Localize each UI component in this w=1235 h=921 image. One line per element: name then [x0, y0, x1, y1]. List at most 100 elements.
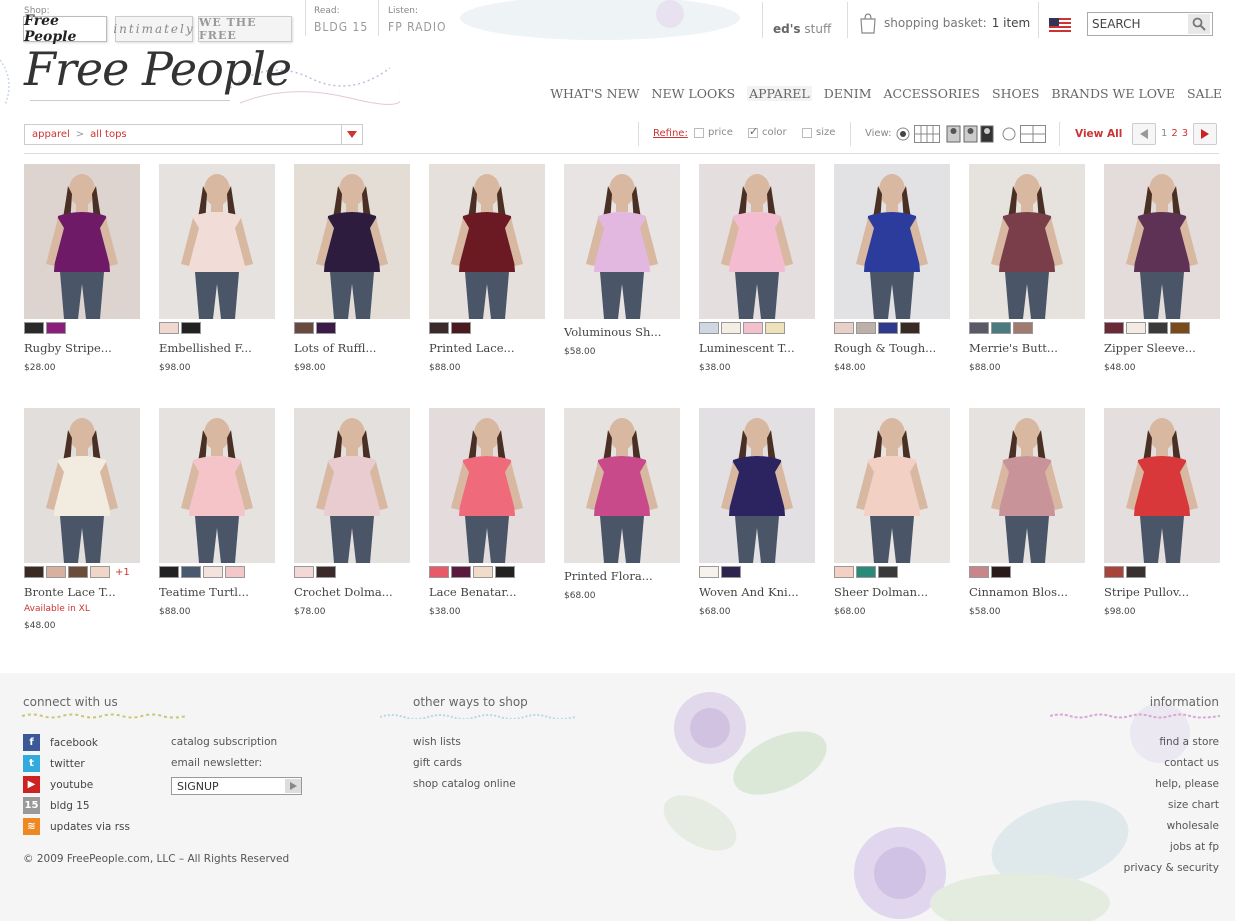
social-link-bldg[interactable]: 15 bldg 15	[23, 797, 90, 814]
product-name[interactable]: Printed Flora...	[564, 569, 682, 583]
nav-shoes[interactable]: SHOES	[992, 86, 1039, 101]
color-swatch[interactable]	[429, 566, 449, 578]
shop-tab-free-people[interactable]: Free People	[23, 13, 107, 45]
product-card[interactable]: Woven And Kni... $68.00	[699, 408, 817, 617]
product-card[interactable]: Zipper Sleeve... $48.00	[1104, 164, 1222, 373]
product-name[interactable]: Bronte Lace T...	[24, 585, 142, 599]
product-card[interactable]: Teatime Turtl... $88.00	[159, 408, 277, 617]
product-card[interactable]: Rugby Stripe... $28.00	[24, 164, 142, 373]
refine-size-option[interactable]: size	[802, 127, 835, 138]
color-swatch[interactable]	[1170, 322, 1190, 334]
color-swatch[interactable]	[699, 322, 719, 334]
product-photo[interactable]	[24, 164, 140, 319]
product-photo[interactable]	[429, 164, 545, 319]
radio-unselected-icon[interactable]	[1002, 127, 1016, 141]
product-photo[interactable]	[564, 408, 680, 563]
color-swatch[interactable]	[203, 566, 223, 578]
refine-price-option[interactable]: price	[694, 127, 733, 138]
product-photo[interactable]	[969, 408, 1085, 563]
product-name[interactable]: Luminescent T...	[699, 341, 817, 355]
shop-tab-intimately[interactable]: intimately	[113, 16, 193, 42]
color-swatch[interactable]	[429, 322, 449, 334]
product-photo[interactable]	[24, 408, 140, 563]
grid-view-large-icon[interactable]	[1020, 125, 1046, 143]
color-swatch[interactable]	[24, 566, 44, 578]
find-a-store-link[interactable]: find a store	[1159, 736, 1219, 748]
nav-denim[interactable]: DENIM	[824, 86, 872, 101]
product-photo[interactable]	[699, 408, 815, 563]
product-name[interactable]: Rough & Tough...	[834, 341, 952, 355]
color-swatch[interactable]	[878, 566, 898, 578]
search-input[interactable]	[1088, 14, 1188, 34]
product-photo[interactable]	[294, 164, 410, 319]
color-swatch[interactable]	[316, 566, 336, 578]
help-please-link[interactable]: help, please	[1155, 778, 1219, 790]
color-swatch[interactable]	[856, 322, 876, 334]
social-link-youtube[interactable]: ▶ youtube	[23, 776, 93, 793]
color-swatch[interactable]	[765, 322, 785, 334]
color-swatch[interactable]	[991, 322, 1011, 334]
page-3[interactable]: 3	[1182, 128, 1188, 139]
color-swatch[interactable]	[991, 566, 1011, 578]
nav-sale[interactable]: SALE	[1187, 86, 1222, 101]
category-breadcrumb-select[interactable]: apparel > all tops	[24, 124, 363, 145]
page-2[interactable]: 2	[1171, 128, 1177, 139]
product-card[interactable]: Rough & Tough... $48.00	[834, 164, 952, 373]
catalog-subscription-link[interactable]: catalog subscription	[171, 736, 277, 748]
jobs-at-fp-link[interactable]: jobs at fp	[1170, 841, 1219, 853]
product-name[interactable]: Stripe Pullov...	[1104, 585, 1222, 599]
product-name[interactable]: Cinnamon Blos...	[969, 585, 1087, 599]
product-card[interactable]: +1 Bronte Lace T... Available in XL $48.00	[24, 408, 142, 631]
color-swatch[interactable]	[969, 566, 989, 578]
color-swatch[interactable]	[225, 566, 245, 578]
product-photo[interactable]	[159, 408, 275, 563]
product-name[interactable]: Lots of Ruffl...	[294, 341, 412, 355]
product-card[interactable]: Sheer Dolman... $68.00	[834, 408, 952, 617]
dropdown-toggle[interactable]	[341, 125, 362, 144]
product-photo[interactable]	[834, 164, 950, 319]
product-photo[interactable]	[834, 408, 950, 563]
product-photo[interactable]	[429, 408, 545, 563]
product-card[interactable]: Luminescent T... $38.00	[699, 164, 817, 373]
breadcrumb-apparel[interactable]: apparel	[32, 129, 70, 140]
nav-whats-new[interactable]: WHAT'S NEW	[550, 86, 639, 101]
color-swatch[interactable]	[316, 322, 336, 334]
product-card[interactable]: Printed Lace... $88.00	[429, 164, 547, 373]
color-swatch[interactable]	[46, 322, 66, 334]
prev-page-button[interactable]	[1132, 123, 1156, 145]
color-swatch[interactable]	[1104, 566, 1124, 578]
color-swatch[interactable]	[856, 566, 876, 578]
grid-view-small-icon[interactable]	[914, 125, 940, 143]
product-photo[interactable]	[969, 164, 1085, 319]
product-photo[interactable]	[294, 408, 410, 563]
product-photo[interactable]	[1104, 408, 1220, 563]
social-link-updates[interactable]: ≋ updates via rss	[23, 818, 130, 835]
contact-us-link[interactable]: contact us	[1164, 757, 1219, 769]
more-colors-count[interactable]: +1	[115, 567, 130, 578]
product-photo[interactable]	[699, 164, 815, 319]
radio-selected-icon[interactable]	[896, 127, 910, 141]
product-card[interactable]: Lace Benatar... $38.00	[429, 408, 547, 617]
color-swatch[interactable]	[699, 566, 719, 578]
product-name[interactable]: Voluminous Sh...	[564, 325, 682, 339]
refine-price-checkbox[interactable]	[694, 127, 704, 138]
product-name[interactable]: Printed Lace...	[429, 341, 547, 355]
us-flag-icon[interactable]	[1049, 18, 1071, 32]
product-photo[interactable]	[1104, 164, 1220, 319]
color-swatch[interactable]	[90, 566, 110, 578]
breadcrumb-all-tops[interactable]: all tops	[90, 129, 126, 140]
refine-label[interactable]: Refine:	[653, 128, 688, 139]
search-button[interactable]	[1188, 14, 1210, 34]
color-swatch[interactable]	[24, 322, 44, 334]
refine-color-checkbox[interactable]	[748, 125, 758, 138]
wholesale-link[interactable]: wholesale	[1167, 820, 1219, 832]
color-swatch[interactable]	[473, 566, 493, 578]
color-swatch[interactable]	[451, 566, 471, 578]
next-page-button[interactable]	[1193, 123, 1217, 145]
product-photo[interactable]	[564, 164, 680, 319]
bldg15-link[interactable]: BLDG 15	[314, 20, 368, 34]
product-card[interactable]: Stripe Pullov... $98.00	[1104, 408, 1222, 617]
color-swatch[interactable]	[900, 322, 920, 334]
color-swatch[interactable]	[878, 322, 898, 334]
refine-size-checkbox[interactable]	[802, 127, 812, 138]
